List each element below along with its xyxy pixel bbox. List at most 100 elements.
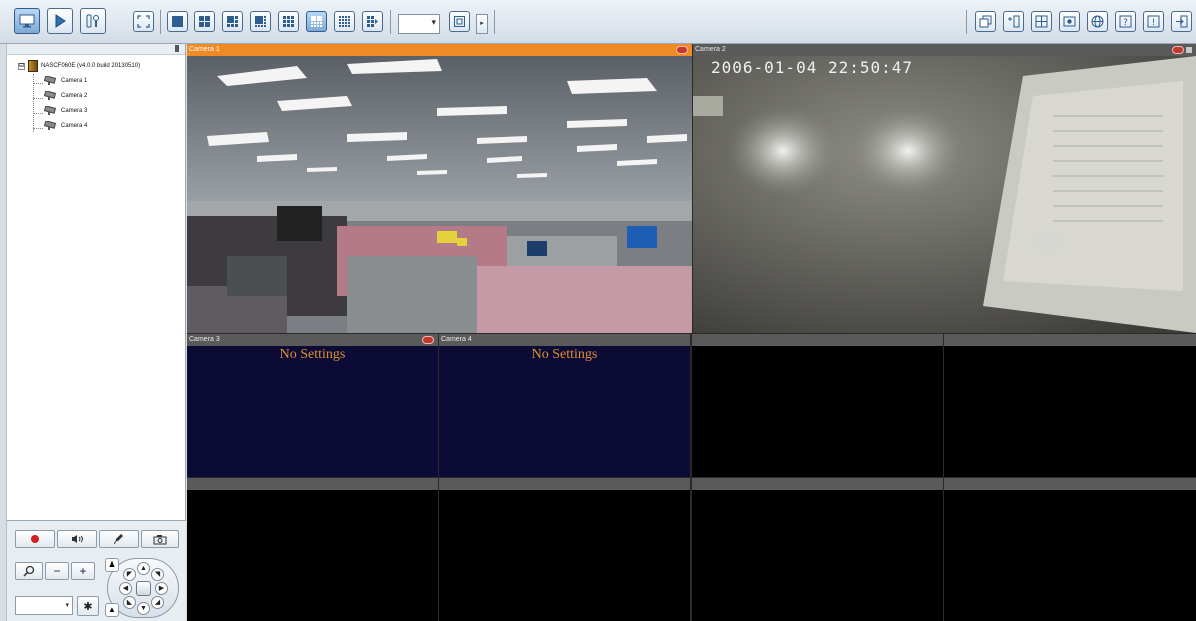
tree-item-camera-4[interactable]: Camera 4 xyxy=(33,121,88,131)
timestamp-overlay: 2006-01-04 22:50:47 xyxy=(711,58,914,77)
zoom-button[interactable] xyxy=(15,562,43,580)
video-feed: 2006-01-04 22:50:47 xyxy=(693,56,1196,333)
layout-4-icon[interactable] xyxy=(194,11,215,32)
record-icon xyxy=(31,535,39,543)
tile-title-bar xyxy=(692,334,943,346)
layout-1-icon[interactable] xyxy=(167,11,188,32)
camera-tile-6[interactable] xyxy=(944,334,1196,477)
pan-down-icon[interactable]: ▼ xyxy=(137,602,150,615)
zoom-in-button[interactable]: + xyxy=(71,562,95,580)
camera-tile-4[interactable]: Camera 4 No Settings xyxy=(439,334,690,477)
video-feed xyxy=(944,490,1196,621)
pan-down-left-icon[interactable]: ◣ xyxy=(123,596,136,609)
layout-16-icon[interactable] xyxy=(334,11,355,32)
zoom-out-button[interactable]: − xyxy=(45,562,69,580)
video-grid: Camera 1 Camera 2 2006-01-04 22:50:47 Ca… xyxy=(187,44,1196,621)
camera-icon xyxy=(43,91,57,100)
tile-title-bar xyxy=(439,478,690,490)
monitor-icon[interactable] xyxy=(14,8,40,34)
video-feed: No Settings xyxy=(187,346,438,477)
camera-tile-2[interactable]: Camera 2 2006-01-04 22:50:47 xyxy=(693,44,1196,333)
ptz-control-panel: − + ▲ ▼ ◀ ▶ ◤ ◥ ◣ ◢ ♟ ▲ ▾ ✱ xyxy=(7,520,186,621)
svg-text:!: ! xyxy=(1152,18,1156,28)
talk-button[interactable] xyxy=(99,530,139,548)
tree-collapse-icon[interactable]: ⊟ xyxy=(18,62,25,70)
video-feed xyxy=(439,490,690,621)
minus-label: − xyxy=(53,564,61,578)
chevron-down-icon: ▾ xyxy=(431,17,436,27)
tile-title-bar xyxy=(187,478,438,490)
pan-up-left-icon[interactable]: ◤ xyxy=(123,568,136,581)
zoom-icon xyxy=(23,565,35,577)
camera-tile-9[interactable] xyxy=(692,478,943,621)
info-icon[interactable]: ! xyxy=(1143,11,1164,32)
snapshot-icon[interactable] xyxy=(1059,11,1080,32)
record-button[interactable] xyxy=(15,530,55,548)
tree-item-label: Camera 4 xyxy=(61,123,88,129)
layout-6-icon[interactable] xyxy=(222,11,243,32)
pan-up-right-icon[interactable]: ◥ xyxy=(151,568,164,581)
recording-status-icon xyxy=(422,336,434,344)
tree-root-label: NASCF060E (v4.0.0 build 20130510) xyxy=(41,63,141,69)
layout-10-icon[interactable] xyxy=(306,11,327,32)
snapshot-button[interactable] xyxy=(141,530,179,548)
camera-tile-1[interactable]: Camera 1 xyxy=(187,44,692,333)
globe-icon[interactable] xyxy=(1087,11,1108,32)
layout-sequence-icon[interactable] xyxy=(362,11,383,32)
recording-status-icon xyxy=(1172,46,1192,54)
video-feed xyxy=(187,490,438,621)
preset-go-button[interactable]: ✱ xyxy=(77,596,99,616)
office-camera-image xyxy=(187,56,692,333)
camera-tile-8[interactable] xyxy=(439,478,690,621)
view-dropdown[interactable]: ▾ xyxy=(398,14,440,34)
landscape-icon[interactable]: ▲ xyxy=(105,603,119,617)
camera-icon xyxy=(43,76,57,85)
toolbar-separator xyxy=(390,10,391,34)
tile-title-bar xyxy=(944,334,1196,346)
logout-icon[interactable] xyxy=(1171,11,1192,32)
tree-root-nas[interactable]: ⊟ NASCF060E (v4.0.0 build 20130510) xyxy=(18,60,140,72)
pan-down-right-icon[interactable]: ◢ xyxy=(151,596,164,609)
panel-header xyxy=(7,44,185,55)
grid-icon[interactable] xyxy=(1031,11,1052,32)
tile-title: Camera 2 xyxy=(695,46,726,53)
tree-item-camera-3[interactable]: Camera 3 xyxy=(33,106,87,116)
tile-title-bar: Camera 4 xyxy=(439,334,690,346)
chevron-down-icon: ▾ xyxy=(65,602,69,609)
toolbar-separator xyxy=(160,10,161,34)
layout-8-icon[interactable] xyxy=(250,11,271,32)
pan-right-icon[interactable]: ▶ xyxy=(155,582,168,595)
tile-title-bar xyxy=(692,478,943,490)
camera-icon xyxy=(43,121,57,130)
window-icon[interactable] xyxy=(975,11,996,32)
ptz-home-button[interactable] xyxy=(136,581,151,596)
plus-label: + xyxy=(79,564,87,578)
speaker-icon xyxy=(72,535,83,543)
pan-left-icon[interactable]: ◀ xyxy=(119,582,132,595)
tree-item-camera-2[interactable]: Camera 2 xyxy=(33,91,87,101)
tile-title-bar xyxy=(944,478,1196,490)
help-icon[interactable]: ? xyxy=(1115,11,1136,32)
camera-tile-10[interactable] xyxy=(944,478,1196,621)
pan-up-icon[interactable]: ▲ xyxy=(137,562,150,575)
channel-icon[interactable] xyxy=(1003,11,1024,32)
fullscreen-icon[interactable] xyxy=(133,11,154,32)
user-icon[interactable]: ♟ xyxy=(105,558,119,572)
tile-title-bar: Camera 3 xyxy=(187,334,438,346)
video-feed xyxy=(187,56,692,333)
camera-tile-5[interactable] xyxy=(692,334,943,477)
audio-button[interactable] xyxy=(57,530,97,548)
page-next-button[interactable]: ▸ xyxy=(476,14,488,34)
playback-icon[interactable] xyxy=(47,8,73,34)
camera-icon xyxy=(153,534,167,544)
toolbar: ▾ ▸ ? ! xyxy=(0,0,1196,44)
layout-9-icon[interactable] xyxy=(278,11,299,32)
video-feed xyxy=(692,490,943,621)
camera-tile-7[interactable] xyxy=(187,478,438,621)
tree-item-camera-1[interactable]: Camera 1 xyxy=(33,76,87,86)
preset-select[interactable]: ▾ xyxy=(15,596,73,615)
camera-tile-3[interactable]: Camera 3 No Settings xyxy=(187,334,438,477)
pin-icon[interactable] xyxy=(175,45,179,52)
settings-icon[interactable] xyxy=(80,8,106,34)
sequence-icon[interactable] xyxy=(449,11,470,32)
